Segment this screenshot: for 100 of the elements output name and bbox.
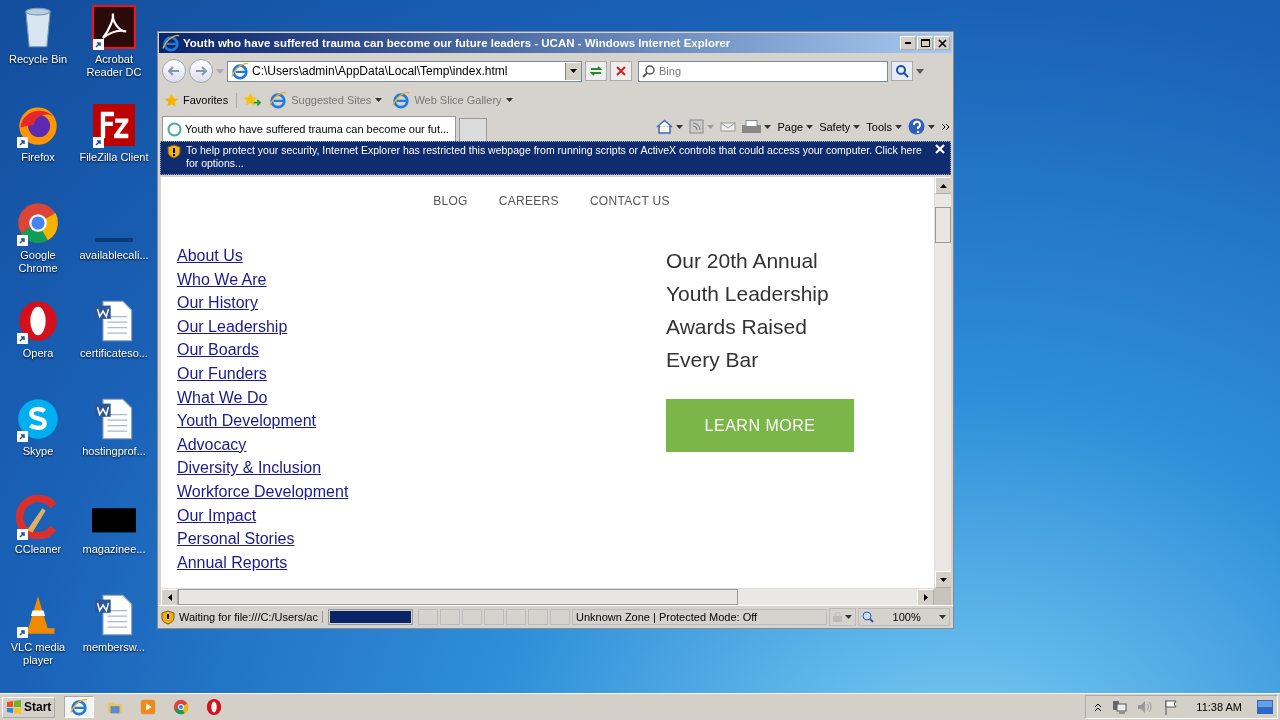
nav-link[interactable]: CAREERS	[498, 194, 559, 208]
menu-link[interactable]: Our Leadership	[177, 314, 288, 339]
search-field[interactable]: Bing	[638, 60, 888, 82]
desktop-icon-label: magazinee...	[81, 543, 147, 556]
desktop-icon[interactable]: availablecali...	[76, 200, 152, 287]
taskbar-button[interactable]	[64, 696, 95, 718]
help-button[interactable]	[908, 118, 935, 135]
opera-icon	[16, 299, 60, 343]
menu-link[interactable]: Our History	[177, 291, 258, 315]
start-button[interactable]: Start	[2, 696, 56, 718]
back-arrow-icon	[168, 66, 180, 76]
forward-button[interactable]	[189, 59, 213, 83]
scroll-thumb[interactable]	[178, 589, 738, 605]
desktop-icon[interactable]: certificateso...	[76, 298, 152, 385]
desktop-icon-label: availablecali...	[78, 249, 150, 262]
desktop-icon-label: Firefox	[20, 151, 56, 164]
security-zone-button[interactable]	[829, 608, 857, 626]
minimize-button[interactable]	[900, 36, 916, 50]
horizontal-scrollbar[interactable]	[161, 588, 934, 605]
status-pane	[418, 609, 439, 625]
menu-link[interactable]: Our Funders	[177, 361, 267, 386]
scroll-left-button[interactable]	[161, 589, 178, 605]
menu-link[interactable]: Personal Stories	[177, 527, 295, 551]
desktop-icon[interactable]: membersw...	[76, 592, 152, 679]
menu-link[interactable]: Diversity & Inclusion	[177, 456, 322, 480]
dropdown-button[interactable]	[565, 62, 581, 80]
search-button[interactable]	[891, 61, 913, 81]
desktop-icon[interactable]: CCleaner	[0, 494, 76, 581]
favorites-button[interactable]: Favorites	[162, 92, 238, 108]
windows-logo-icon	[6, 700, 22, 714]
browser-tab[interactable]: Youth who have suffered trauma can become our fut...	[162, 116, 457, 141]
nav-link[interactable]: CONTACT US	[589, 194, 670, 208]
information-bar[interactable]: To help protect your security, Internet Explorer has restricted this webpage from running scripts or ActiveX controls that could access your computer. Click here for options...	[160, 141, 951, 175]
promo-heading: Our 20th Annual Youth Leadership Awards Raised Every Bar	[666, 248, 830, 373]
add-favorite-icon[interactable]	[243, 92, 262, 108]
internet-explorer-icon	[162, 34, 180, 52]
close-icon[interactable]	[935, 144, 945, 154]
close-icon	[937, 38, 947, 48]
desktop-icon[interactable]: Firefox	[0, 102, 76, 189]
desktop-icon[interactable]: Skype	[0, 396, 76, 483]
menu-link[interactable]: Advocacy	[177, 432, 247, 457]
chevron-icon[interactable]	[941, 122, 950, 131]
maximize-icon	[920, 39, 930, 47]
desktop-icon[interactable]: hostingprof...	[76, 396, 152, 483]
zoom-button[interactable]: 100%	[858, 608, 951, 626]
chevron-icon[interactable]	[1094, 702, 1103, 712]
scroll-right-button[interactable]	[917, 589, 934, 605]
caret-icon	[895, 124, 902, 129]
vertical-scrollbar[interactable]	[934, 177, 951, 588]
desktop-icon[interactable]: magazinee...	[76, 494, 152, 581]
status-pane	[528, 609, 549, 625]
status-pane	[506, 609, 527, 625]
address-field[interactable]: C:\Users\admin\AppData\Local\Temp\index.html	[227, 60, 582, 82]
refresh-button[interactable]	[585, 61, 607, 81]
command-menu[interactable]: Page	[777, 120, 814, 133]
home-button[interactable]	[656, 119, 684, 134]
document-icon	[95, 238, 133, 242]
menu-link[interactable]: Workforce Development	[177, 479, 349, 504]
network-icon[interactable]	[1111, 699, 1128, 715]
flag-icon[interactable]	[1163, 699, 1180, 715]
stop-button[interactable]	[610, 61, 632, 81]
desktop-icon[interactable]: Opera	[0, 298, 76, 385]
menu-link[interactable]: Our Impact	[177, 503, 257, 528]
desktop-icon[interactable]: Recycle Bin	[0, 4, 76, 91]
menu-link[interactable]: Who We Are	[177, 267, 267, 292]
help-icon	[908, 118, 925, 135]
nav-link[interactable]: BLOG	[433, 194, 468, 208]
desktop-icon[interactable]: VLC media player	[0, 592, 76, 679]
close-button[interactable]	[934, 36, 950, 50]
down-arrow-icon	[940, 577, 947, 582]
menu-link[interactable]: About Us	[177, 244, 243, 268]
clock[interactable]: 11:38 AM	[1196, 701, 1242, 713]
acrobat-icon	[92, 5, 136, 49]
up-arrow-icon	[940, 183, 947, 188]
caret-icon	[853, 124, 861, 129]
scroll-thumb[interactable]	[935, 207, 951, 243]
menu-link[interactable]: Annual Reports	[177, 550, 288, 575]
dropdown-icon[interactable]	[916, 68, 924, 74]
command-menu[interactable]: Tools	[866, 120, 902, 133]
menu-link[interactable]: Youth Development	[177, 409, 317, 433]
minimize-icon	[905, 42, 911, 44]
status-pane	[462, 609, 483, 625]
menu-link[interactable]: What We Do	[177, 385, 268, 410]
desktop-icon-label: Google Chrome	[17, 249, 59, 275]
forward-arrow-icon	[195, 66, 207, 76]
desktop-icon[interactable]: Acrobat Reader DC	[76, 4, 152, 91]
command-menu[interactable]: Safety	[819, 120, 861, 133]
desktop-icon[interactable]: FileZilla Client	[76, 102, 152, 189]
print-button[interactable]	[742, 120, 772, 133]
zone-status: Unknown Zone | Protected Mode: Off	[572, 609, 828, 625]
maximize-button[interactable]	[917, 36, 933, 50]
scroll-down-button[interactable]	[935, 571, 951, 588]
star-icon	[164, 92, 179, 108]
menu-link[interactable]: Our Boards	[177, 338, 259, 362]
search-input[interactable]: Bing	[659, 65, 887, 77]
desktop-icon[interactable]: Google Chrome	[0, 200, 76, 287]
scroll-up-button[interactable]	[935, 177, 951, 194]
desktop-icon-label: certificateso...	[79, 347, 149, 360]
back-button[interactable]	[162, 59, 186, 83]
caret-icon	[928, 124, 935, 129]
